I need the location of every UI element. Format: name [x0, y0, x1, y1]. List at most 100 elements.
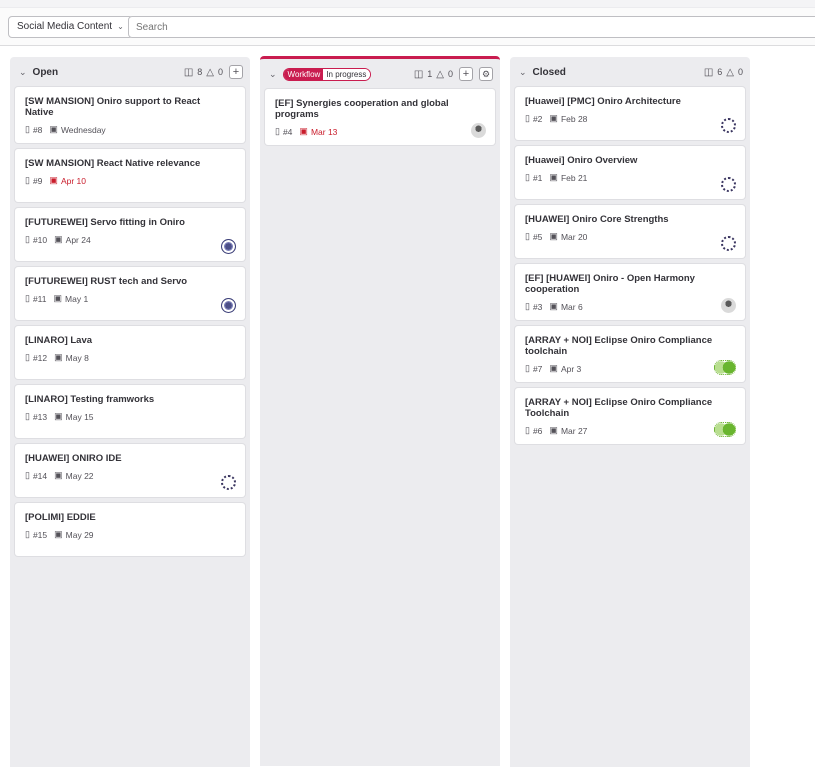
issue-title[interactable]: [LINARO] Testing framworks — [25, 394, 235, 405]
assignee-avatar[interactable] — [721, 236, 736, 251]
add-issue-button[interactable]: + — [459, 67, 473, 81]
issue-card[interactable]: [EF] Synergies cooperation and global pr… — [265, 89, 495, 145]
assignee-avatar[interactable] — [714, 360, 736, 375]
search-input[interactable] — [128, 16, 815, 38]
issue-reference: #10 — [32, 234, 48, 245]
due-date: Feb 21 — [560, 172, 588, 183]
issue-icon: ▯ — [525, 301, 530, 311]
assignee-avatar[interactable] — [221, 298, 236, 313]
issue-card[interactable]: [SW MANSION] React Native relevance ▯ #9 ▣ A… — [15, 149, 245, 202]
weight-count: 0 — [447, 69, 453, 79]
issue-title[interactable]: [Huawei] Oniro Overview — [525, 155, 735, 166]
issue-card[interactable]: [LINARO] Testing framworks ▯ #13 ▣ May 15 — [15, 385, 245, 438]
due-date: Apr 24 — [65, 234, 91, 245]
issue-meta: ▯ #3 ▣ Mar 6 — [525, 301, 735, 312]
issue-card[interactable]: [FUTUREWEI] RUST tech and Servo ▯ #11 ▣ May … — [15, 267, 245, 320]
list-header: ⌄ Closed ◫ 6 △ 0 — [510, 57, 750, 87]
issue-card[interactable]: [EF] [HUAWEI] Oniro - Open Harmony coope… — [515, 264, 745, 320]
due-date: Apr 3 — [560, 363, 582, 374]
issue-reference: #13 — [32, 411, 48, 422]
assignee-avatar[interactable] — [221, 239, 236, 254]
add-issue-button[interactable]: + — [229, 65, 243, 79]
chevron-down-icon[interactable]: ⌄ — [269, 69, 277, 80]
issue-title[interactable]: [HUAWEI] ONIRO IDE — [25, 453, 235, 464]
issue-icon: ▯ — [25, 234, 30, 244]
assignee-avatar[interactable] — [714, 422, 736, 437]
issue-card[interactable]: [POLIMI] EDDIE ▯ #15 ▣ May 29 — [15, 503, 245, 556]
issue-reference: #12 — [32, 352, 48, 363]
chevron-down-icon[interactable]: ⌄ — [519, 67, 527, 78]
issue-title[interactable]: [SW MANSION] Oniro support to React Nati… — [25, 96, 235, 118]
issue-title[interactable]: [ARRAY + NOI] Eclipse Oniro Compliance t… — [525, 335, 735, 357]
issue-card[interactable]: [ARRAY + NOI] Eclipse Oniro Compliance T… — [515, 388, 745, 444]
issue-meta: ▯ #8 ▣ Wednesday — [25, 124, 235, 135]
issue-title[interactable]: [ARRAY + NOI] Eclipse Oniro Compliance T… — [525, 397, 735, 419]
issue-card[interactable]: [Huawei] Oniro Overview ▯ #1 ▣ Feb 21 — [515, 146, 745, 199]
due-date: Mar 20 — [560, 231, 588, 242]
issue-card[interactable]: [HUAWEI] Oniro Core Strengths ▯ #5 ▣ Mar 20 — [515, 205, 745, 258]
issue-icon: ▯ — [525, 425, 530, 435]
card-list: [EF] Synergies cooperation and global pr… — [260, 89, 500, 145]
calendar-icon: ▣ — [54, 529, 63, 539]
card-list: [SW MANSION] Oniro support to React Nati… — [10, 87, 250, 556]
issue-meta: ▯ #9 ▣ Apr 10 — [25, 175, 235, 186]
card-list: [Huawei] [PMC] Oniro Architecture ▯ #2 ▣ Feb… — [510, 87, 750, 444]
issue-reference: #2 — [532, 113, 543, 124]
assignee-avatar[interactable] — [471, 123, 486, 138]
issue-card[interactable]: [SW MANSION] Oniro support to React Nati… — [15, 87, 245, 143]
issue-title[interactable]: [EF] Synergies cooperation and global pr… — [275, 98, 485, 120]
assignee-avatar[interactable] — [721, 118, 736, 133]
issue-icon: ▯ — [525, 231, 530, 241]
issue-meta: ▯ #13 ▣ May 15 — [25, 411, 235, 422]
issue-count: 6 — [717, 67, 723, 77]
board-list-in-progress: ⌄ Workflow In progress ◫ 1 △ 0 + ⚙ [EF] … — [260, 56, 500, 766]
list-counts: ◫ 6 △ 0 — [704, 67, 743, 78]
weight-icon: △ — [206, 66, 214, 78]
issue-reference: #8 — [32, 124, 43, 135]
issue-meta: ▯ #15 ▣ May 29 — [25, 529, 235, 540]
calendar-icon: ▣ — [299, 126, 308, 136]
due-date: May 22 — [65, 470, 94, 481]
due-date: Mar 6 — [560, 301, 583, 312]
issue-card[interactable]: [ARRAY + NOI] Eclipse Oniro Compliance t… — [515, 326, 745, 382]
issue-card[interactable]: [Huawei] [PMC] Oniro Architecture ▯ #2 ▣ Feb… — [515, 87, 745, 140]
issue-card[interactable]: [HUAWEI] ONIRO IDE ▯ #14 ▣ May 22 — [15, 444, 245, 497]
issue-title[interactable]: [LINARO] Lava — [25, 335, 235, 346]
issue-title[interactable]: [HUAWEI] Oniro Core Strengths — [525, 214, 735, 225]
top-strip — [0, 0, 815, 8]
assignee-avatar[interactable] — [221, 475, 236, 490]
calendar-icon: ▣ — [54, 470, 63, 480]
list-header: ⌄ Open ◫ 8 △ 0 + — [10, 57, 250, 87]
assignee-avatar[interactable] — [721, 298, 736, 313]
calendar-icon: ▣ — [549, 363, 558, 373]
assignee-avatar[interactable] — [721, 177, 736, 192]
issue-title[interactable]: [EF] [HUAWEI] Oniro - Open Harmony coope… — [525, 273, 735, 295]
issue-card[interactable]: [LINARO] Lava ▯ #12 ▣ May 8 — [15, 326, 245, 379]
issue-title[interactable]: [Huawei] [PMC] Oniro Architecture — [525, 96, 735, 107]
calendar-icon: ▣ — [549, 425, 558, 435]
issue-card[interactable]: [FUTUREWEI] Servo fitting in Oniro ▯ #10 ▣ A… — [15, 208, 245, 261]
issue-title[interactable]: [FUTUREWEI] Servo fitting in Oniro — [25, 217, 235, 228]
issue-title[interactable]: [FUTUREWEI] RUST tech and Servo — [25, 276, 235, 287]
issue-icon: ▯ — [525, 363, 530, 373]
issue-icon: ◫ — [413, 68, 424, 80]
list-counts: ◫ 1 △ 0 + ⚙ — [414, 67, 493, 81]
weight-count: 0 — [737, 67, 743, 77]
issue-title[interactable]: [POLIMI] EDDIE — [25, 512, 235, 523]
issue-title[interactable]: [SW MANSION] React Native relevance — [25, 158, 235, 169]
due-date: Mar 13 — [310, 126, 338, 137]
gear-icon[interactable]: ⚙ — [479, 67, 493, 81]
due-date: Wednesday — [60, 124, 106, 135]
issue-reference: #4 — [282, 126, 293, 137]
due-date: May 1 — [65, 293, 89, 304]
chevron-down-icon[interactable]: ⌄ — [19, 67, 27, 78]
issue-meta: ▯ #7 ▣ Apr 3 — [525, 363, 735, 374]
list-header: ⌄ Workflow In progress ◫ 1 △ 0 + ⚙ — [260, 59, 500, 89]
issue-reference: #5 — [532, 231, 543, 242]
issue-reference: #6 — [532, 425, 543, 436]
due-date: Feb 28 — [560, 113, 588, 124]
board-switcher-dropdown[interactable]: Social Media Content ⌄ — [8, 16, 133, 38]
issue-icon: ▯ — [25, 293, 30, 303]
list-title: Open — [32, 66, 59, 78]
board-list-open: ⌄ Open ◫ 8 △ 0 + [SW MANSION] Oniro supp… — [10, 57, 250, 767]
